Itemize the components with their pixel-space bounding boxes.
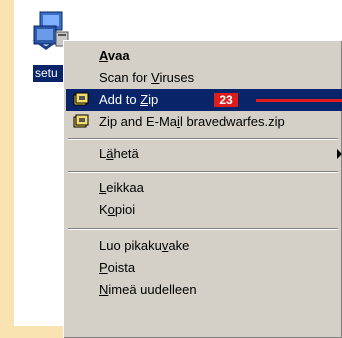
menu-item-label: Avaa <box>99 48 130 63</box>
menu-item-scan-for-viruses[interactable]: Scan for Viruses <box>66 67 342 89</box>
menu-item-send-to[interactable]: Lähetä <box>66 143 342 165</box>
menu-item-label: Leikkaa <box>99 180 144 195</box>
winzip-icon <box>72 92 90 108</box>
menu-item-label: Kopioi <box>99 202 136 217</box>
menu-separator <box>68 138 338 140</box>
menu-item-rename[interactable]: Nimeä uudelleen <box>66 279 342 301</box>
winzip-icon <box>72 114 90 130</box>
file-name-label[interactable]: setu <box>33 65 65 82</box>
menu-item-add-to-zip[interactable]: Add to Zip 23 <box>66 89 342 111</box>
menu-item-label: Scan for Viruses <box>99 70 195 85</box>
menu-item-cut[interactable]: Leikkaa <box>66 177 342 199</box>
menu-item-copy[interactable]: Kopioi <box>66 199 342 221</box>
menu-item-label: Luo pikakuvake <box>99 238 190 253</box>
menu-item-label: Lähetä <box>99 146 139 161</box>
menu-item-zip-and-email[interactable]: Zip and E-Mail bravedwarfes.zip <box>66 111 342 133</box>
menu-separator <box>68 228 338 230</box>
menu-item-label: Add to Zip <box>99 92 159 107</box>
menu-item-open[interactable]: Avaa <box>66 45 342 67</box>
menu-item-label: Poista <box>99 260 136 275</box>
menu-item-label: Nimeä uudelleen <box>99 282 197 297</box>
annotation-pointer-line <box>256 99 342 102</box>
menu-separator <box>68 171 338 173</box>
annotation-badge: 23 <box>214 93 238 107</box>
menu-item-create-shortcut[interactable]: Luo pikakuvake <box>66 235 342 257</box>
menu-item-label: Zip and E-Mail bravedwarfes.zip <box>99 114 285 129</box>
menu-item-delete[interactable]: Poista <box>66 257 342 279</box>
context-menu: Avaa Scan for Viruses Add to Zip 23 Zip … <box>63 40 342 338</box>
submenu-arrow-icon <box>337 149 342 159</box>
